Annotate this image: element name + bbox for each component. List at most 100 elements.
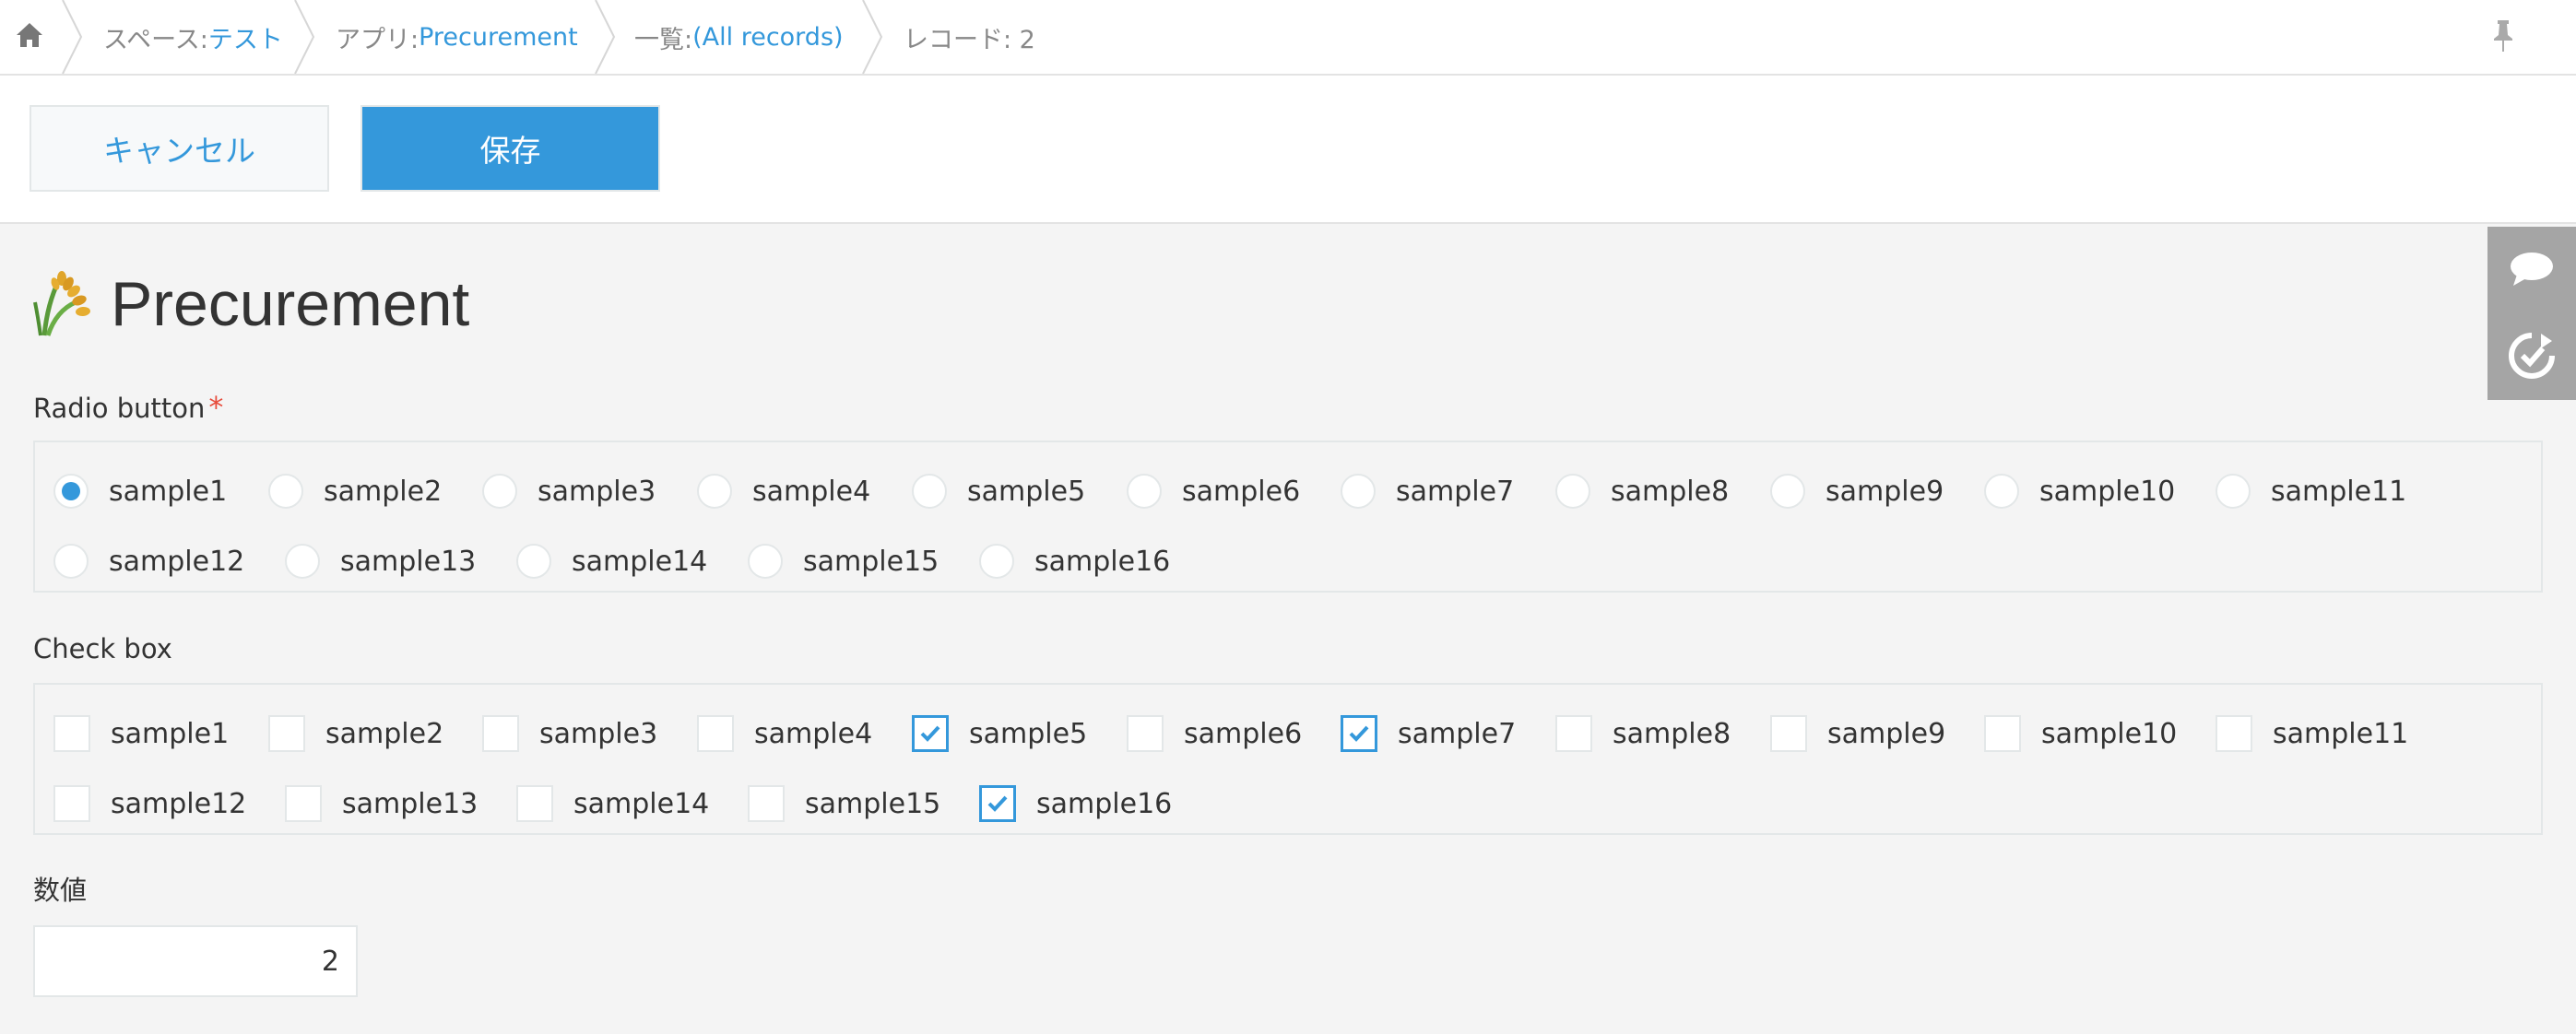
radio-button[interactable]	[1341, 474, 1376, 509]
checkbox[interactable]	[748, 785, 785, 822]
checkbox-option-sample3[interactable]: sample3	[482, 711, 657, 757]
checkbox-option-sample1[interactable]: sample1	[53, 711, 229, 757]
radio-option-sample8[interactable]: sample8	[1555, 468, 1729, 514]
option-label: sample1	[109, 475, 228, 508]
radio-button[interactable]	[1770, 474, 1805, 509]
radio-button[interactable]	[482, 474, 517, 509]
radio-option-sample14[interactable]: sample14	[516, 538, 707, 584]
checkbox[interactable]	[516, 785, 553, 822]
option-label: sample5	[967, 475, 1086, 508]
checkbox-option-sample4[interactable]: sample4	[697, 711, 872, 757]
radio-button[interactable]	[697, 474, 732, 509]
history-icon[interactable]	[2506, 330, 2558, 382]
radio-option-sample5[interactable]: sample5	[912, 468, 1085, 514]
breadcrumb-list-link[interactable]: (All records)	[692, 23, 843, 52]
checkbox-option-sample2[interactable]: sample2	[268, 711, 443, 757]
option-label: sample7	[1396, 475, 1515, 508]
checkbox-option-sample10[interactable]: sample10	[1984, 711, 2177, 757]
side-panel	[2487, 227, 2576, 400]
checkbox[interactable]	[1555, 715, 1592, 752]
checkbox[interactable]	[53, 715, 90, 752]
option-label: sample10	[2041, 717, 2178, 750]
radio-option-sample12[interactable]: sample12	[53, 538, 244, 584]
checkbox-option-sample11[interactable]: sample11	[2216, 711, 2408, 757]
option-label: sample5	[969, 717, 1088, 750]
checkbox-option-sample6[interactable]: sample6	[1127, 711, 1302, 757]
radio-button[interactable]	[53, 544, 89, 579]
checkbox[interactable]	[979, 785, 1016, 822]
radio-button[interactable]	[1555, 474, 1590, 509]
checkbox[interactable]	[697, 715, 734, 752]
radio-button[interactable]	[285, 544, 320, 579]
option-label: sample15	[803, 545, 939, 578]
radio-option-sample1[interactable]: sample1	[53, 468, 227, 514]
option-label: sample14	[572, 545, 708, 578]
number-field-label: 数値	[33, 875, 88, 906]
checkbox-option-sample14[interactable]: sample14	[516, 781, 709, 827]
required-mark: *	[208, 390, 224, 425]
page-title: Precurement	[111, 269, 470, 339]
breadcrumb-space[interactable]: スペース: テスト	[103, 0, 283, 74]
checkbox[interactable]	[912, 715, 949, 752]
option-label: sample1	[111, 717, 230, 750]
radio-button[interactable]	[748, 544, 783, 579]
checkbox-option-sample5[interactable]: sample5	[912, 711, 1087, 757]
option-label: sample2	[324, 475, 443, 508]
pin-icon[interactable]	[2489, 18, 2517, 53]
radio-button[interactable]	[912, 474, 947, 509]
radio-button[interactable]	[979, 544, 1014, 579]
radio-button[interactable]	[2216, 474, 2251, 509]
breadcrumb-app-prefix: アプリ:	[336, 25, 419, 54]
checkbox[interactable]	[1984, 715, 2021, 752]
home-icon[interactable]	[13, 18, 46, 52]
radio-option-sample4[interactable]: sample4	[697, 468, 870, 514]
save-button[interactable]: 保存	[360, 105, 660, 192]
checkmark-icon	[987, 795, 1008, 812]
breadcrumb-space-link[interactable]: テスト	[208, 19, 283, 55]
comment-icon[interactable]	[2506, 243, 2558, 295]
checkbox-option-sample8[interactable]: sample8	[1555, 711, 1731, 757]
cancel-button[interactable]: キャンセル	[30, 105, 329, 192]
radio-button[interactable]	[1984, 474, 2019, 509]
checkbox[interactable]	[285, 785, 322, 822]
radio-option-sample10[interactable]: sample10	[1984, 468, 2175, 514]
checkbox-option-sample13[interactable]: sample13	[285, 781, 478, 827]
number-input[interactable]	[33, 925, 358, 997]
radio-button[interactable]	[268, 474, 303, 509]
radio-option-sample15[interactable]: sample15	[748, 538, 939, 584]
radio-option-sample2[interactable]: sample2	[268, 468, 442, 514]
checkmark-icon	[920, 725, 940, 742]
radio-button[interactable]	[53, 474, 89, 509]
breadcrumb-list[interactable]: 一覧: (All records)	[634, 0, 844, 74]
toolbar: キャンセル 保存	[0, 76, 2576, 224]
checkbox-option-sample16[interactable]: sample16	[979, 781, 1172, 827]
radio-option-sample3[interactable]: sample3	[482, 468, 656, 514]
checkbox[interactable]	[268, 715, 305, 752]
checkbox[interactable]	[53, 785, 90, 822]
radio-option-sample6[interactable]: sample6	[1127, 468, 1300, 514]
checkbox-option-sample7[interactable]: sample7	[1341, 711, 1516, 757]
checkbox-option-sample9[interactable]: sample9	[1770, 711, 1945, 757]
radio-field-label: Radio button *	[33, 389, 223, 427]
checkbox[interactable]	[482, 715, 519, 752]
checkbox-option-sample12[interactable]: sample12	[53, 781, 246, 827]
checkbox[interactable]	[1341, 715, 1377, 752]
radio-button[interactable]	[1127, 474, 1162, 509]
checkbox[interactable]	[1127, 715, 1164, 752]
checkbox[interactable]	[1770, 715, 1807, 752]
radio-option-sample13[interactable]: sample13	[285, 538, 476, 584]
radio-option-sample11[interactable]: sample11	[2216, 468, 2406, 514]
option-label: sample6	[1184, 717, 1303, 750]
radio-button[interactable]	[516, 544, 551, 579]
checkbox-option-sample15[interactable]: sample15	[748, 781, 940, 827]
radio-option-sample16[interactable]: sample16	[979, 538, 1170, 584]
radio-option-sample7[interactable]: sample7	[1341, 468, 1514, 514]
checkbox[interactable]	[2216, 715, 2252, 752]
option-label: sample6	[1182, 475, 1301, 508]
breadcrumb-app-link[interactable]: Precurement	[419, 23, 578, 52]
checkmark-icon	[1349, 725, 1369, 742]
option-label: sample4	[752, 475, 871, 508]
option-label: sample14	[573, 787, 710, 820]
radio-option-sample9[interactable]: sample9	[1770, 468, 1944, 514]
breadcrumb-app[interactable]: アプリ: Precurement	[336, 0, 578, 74]
